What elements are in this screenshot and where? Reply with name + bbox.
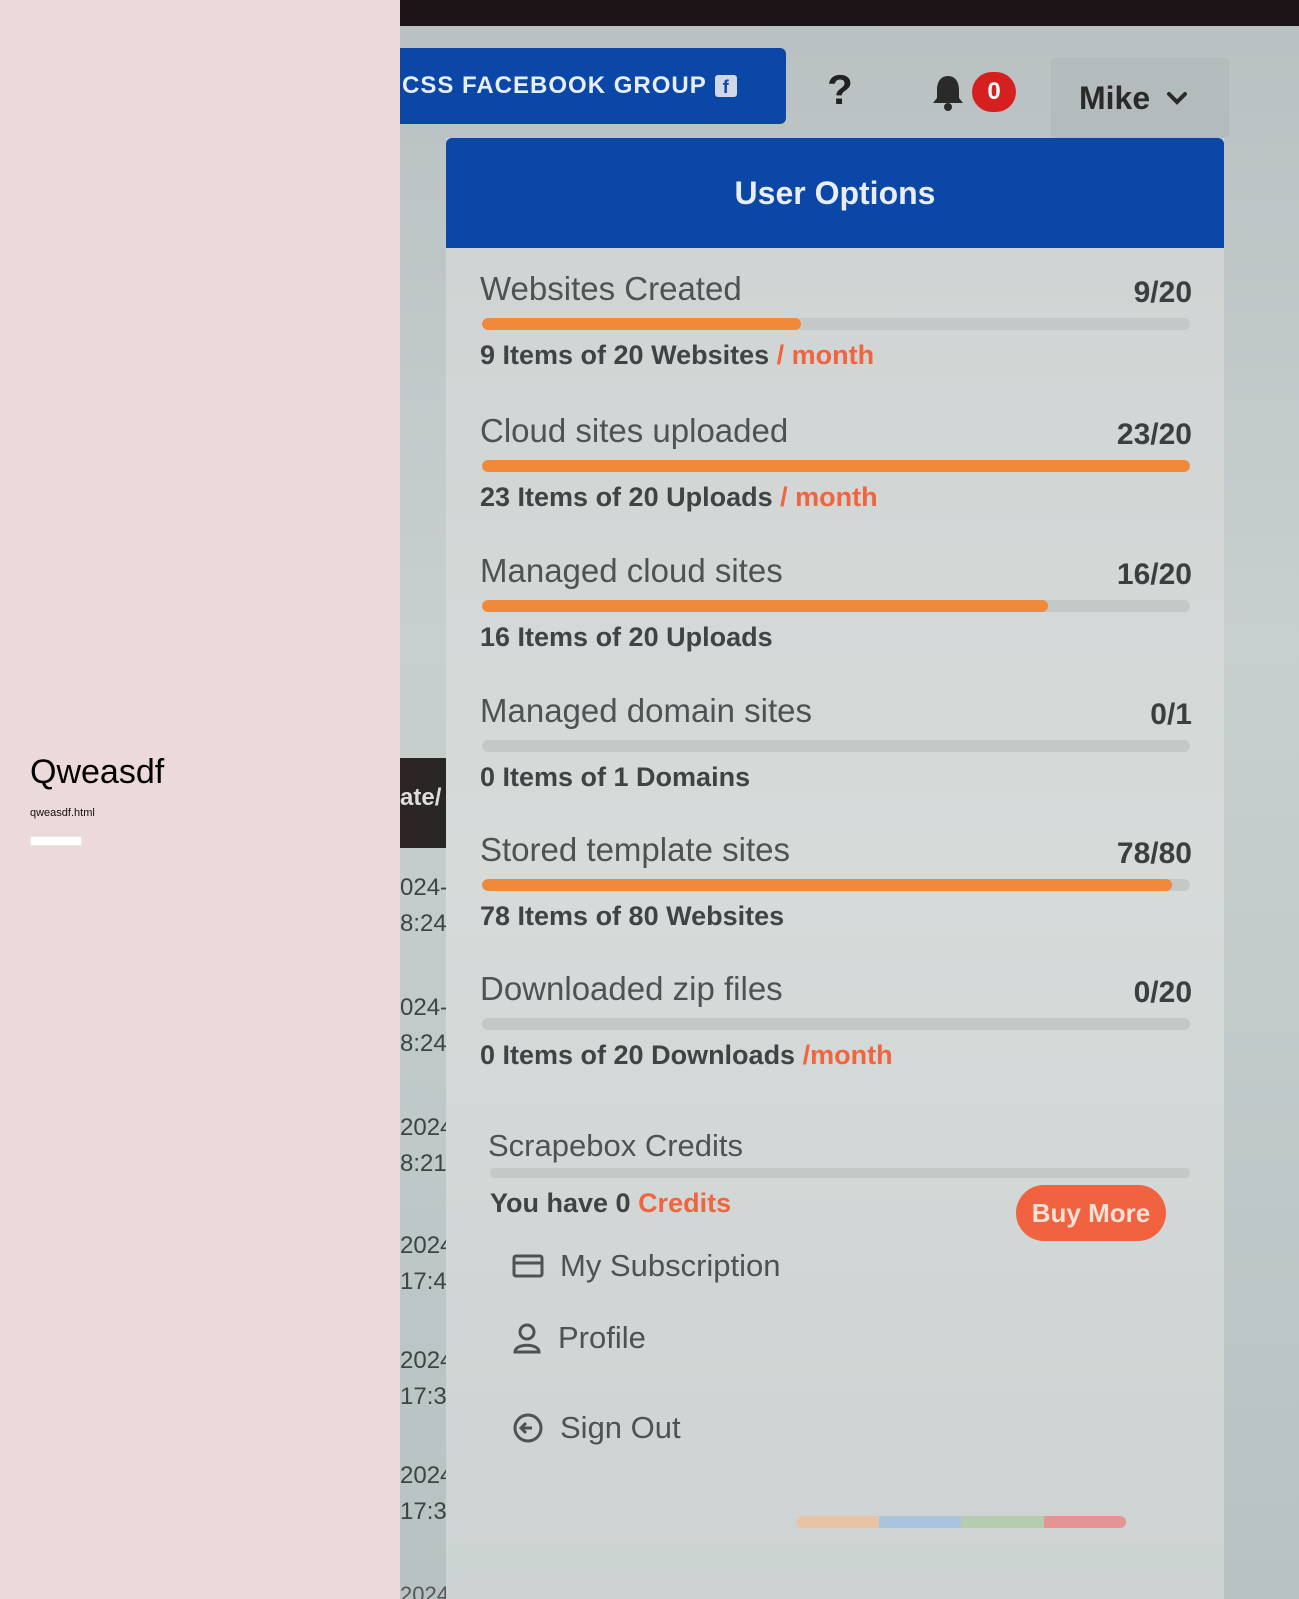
page-title: Qweasdf [30,753,165,791]
progress-bar [482,879,1190,891]
stat-label: Managed cloud sites [480,552,783,589]
stat-label: Managed domain sites [480,692,813,729]
menu-link-label: Sign Out [560,1410,681,1445]
stat-label: Downloaded zip files [480,970,783,1007]
stat-downloaded-zip-files: Downloaded zip files 0/20 0 Items of 20 … [480,970,1192,1110]
scrapebox-credits-label: Scrapebox Credits [488,1128,744,1163]
credits-bar [490,1168,1190,1178]
stat-detail: 78 Items of 80 Websites [480,901,785,931]
stat-managed-cloud-sites: Managed cloud sites 16/20 16 Items of 20… [480,552,1192,692]
menu-link-label: Profile [558,1320,646,1355]
progress-fill [482,879,1173,891]
bell-icon[interactable] [930,72,966,112]
stat-managed-domain-sites: Managed domain sites 0/1 0 Items of 1 Do… [480,692,1192,832]
progress-bar [482,740,1190,752]
progress-fill [482,318,801,330]
credit-card-icon [512,1254,544,1278]
progress-bar [482,460,1190,472]
user-menu-button[interactable]: Mike [1051,58,1229,138]
stat-cloud-sites-uploaded: Cloud sites uploaded 23/20 23 Items of 2… [480,412,1192,552]
help-button[interactable]: ? [820,66,860,116]
stat-detail: 23 Items of 20 Uploads / month [480,482,878,512]
stat-stored-template-sites: Stored template sites 78/80 78 Items of … [480,831,1192,971]
buy-more-button[interactable]: Buy More [1016,1185,1166,1241]
progress-fill [482,460,1190,472]
user-icon [513,1323,541,1354]
footer-color-strip [796,1516,1126,1528]
stat-count: 16/20 [1116,558,1192,591]
menu-link-label: My Subscription [560,1248,781,1283]
stat-detail: 0 Items of 20 Downloads /month [480,1040,893,1070]
progress-bar [482,318,1190,330]
stat-websites-created: Websites Created 9/20 9 Items of 20 Webs… [480,270,1192,410]
progress-bar [482,600,1190,612]
progress-bar [482,1018,1190,1030]
notification-badge: 0 [972,72,1016,112]
stat-count: 0/1 [1150,698,1192,731]
stat-detail: 0 Items of 1 Domains [480,762,751,792]
user-options-dropdown: User Options Websites Created 9/20 9 Ite… [446,138,1224,1599]
dropdown-title: User Options [446,138,1224,248]
file-name[interactable]: qweasdf.html [30,807,95,819]
facebook-icon: f [714,75,737,97]
monitor-bezel [400,0,1299,26]
chevron-down-icon [1167,92,1188,105]
stat-detail: 9 Items of 20 Websites / month [480,340,875,370]
user-name: Mike [1079,79,1151,116]
stat-count: 23/20 [1116,418,1192,451]
file-chip[interactable] [30,836,82,846]
stat-count: 9/20 [1133,276,1192,309]
stat-label: Websites Created [480,270,742,307]
stat-count: 0/20 [1133,976,1192,1009]
sign-out-link[interactable]: Sign Out [512,1410,681,1446]
facebook-group-label: CSS FACEBOOK GROUP [402,72,707,99]
stat-label: Stored template sites [480,831,790,868]
credits-text: You have 0 Credits [490,1188,732,1218]
facebook-group-button[interactable]: CSS FACEBOOK GROUP f [400,48,786,124]
stat-detail: 16 Items of 20 Uploads [480,622,773,652]
my-subscription-link[interactable]: My Subscription [512,1248,781,1284]
progress-fill [482,600,1049,612]
profile-link[interactable]: Profile [512,1320,646,1356]
sign-out-icon [513,1413,543,1443]
background-cell-text: ate/ [400,784,442,811]
stat-count: 78/80 [1116,837,1192,870]
left-panel: Qweasdf qweasdf.html [0,0,400,1599]
stat-label: Cloud sites uploaded [480,412,789,449]
screen-photo: CSS FACEBOOK GROUP f ? 0 Mike ate/ 024- 8… [400,0,1299,1599]
